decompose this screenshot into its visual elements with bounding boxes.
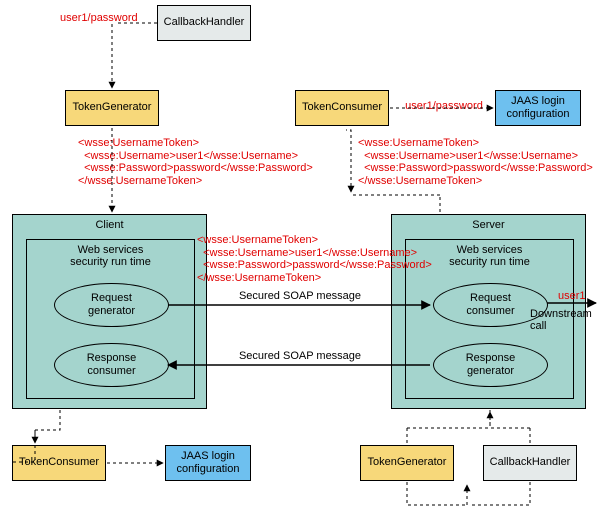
credentials-top-left: user1/password <box>60 12 160 25</box>
client-runtime-box: Web services security run time Request g… <box>26 239 195 399</box>
token-generator-bottom: TokenGenerator <box>360 445 454 481</box>
token-generator-top: TokenGenerator <box>65 90 159 126</box>
xml-middle: <wsse:UsernameToken> <wsse:Username>user… <box>197 234 447 285</box>
user1-label: user1 <box>558 290 598 303</box>
downstream-label: Downstream call <box>530 308 600 332</box>
server-title: Server <box>392 219 585 231</box>
client-panel: Client Web services security run time Re… <box>12 214 207 409</box>
credentials-top-right: user1/password <box>400 100 488 113</box>
xml-top-left: <wsse:UsernameToken> <wsse:Username>user… <box>78 137 338 188</box>
soap-label-1: Secured SOAP message <box>215 290 385 302</box>
client-title: Client <box>13 219 206 231</box>
client-runtime-title: Web services security run time <box>27 240 194 268</box>
jaas-bottom: JAAS login configuration <box>165 445 251 481</box>
jaas-top: JAAS login configuration <box>495 90 581 126</box>
request-generator: Request generator <box>54 283 169 327</box>
callback-handler-top: CallbackHandler <box>157 5 251 41</box>
token-consumer-top: TokenConsumer <box>295 90 389 126</box>
callback-handler-bottom: CallbackHandler <box>483 445 577 481</box>
xml-top-right: <wsse:UsernameToken> <wsse:Username>user… <box>358 137 600 188</box>
soap-label-2: Secured SOAP message <box>215 350 385 362</box>
response-generator: Response generator <box>433 343 548 387</box>
token-consumer-bottom: TokenConsumer <box>12 445 106 481</box>
response-consumer: Response consumer <box>54 343 169 387</box>
